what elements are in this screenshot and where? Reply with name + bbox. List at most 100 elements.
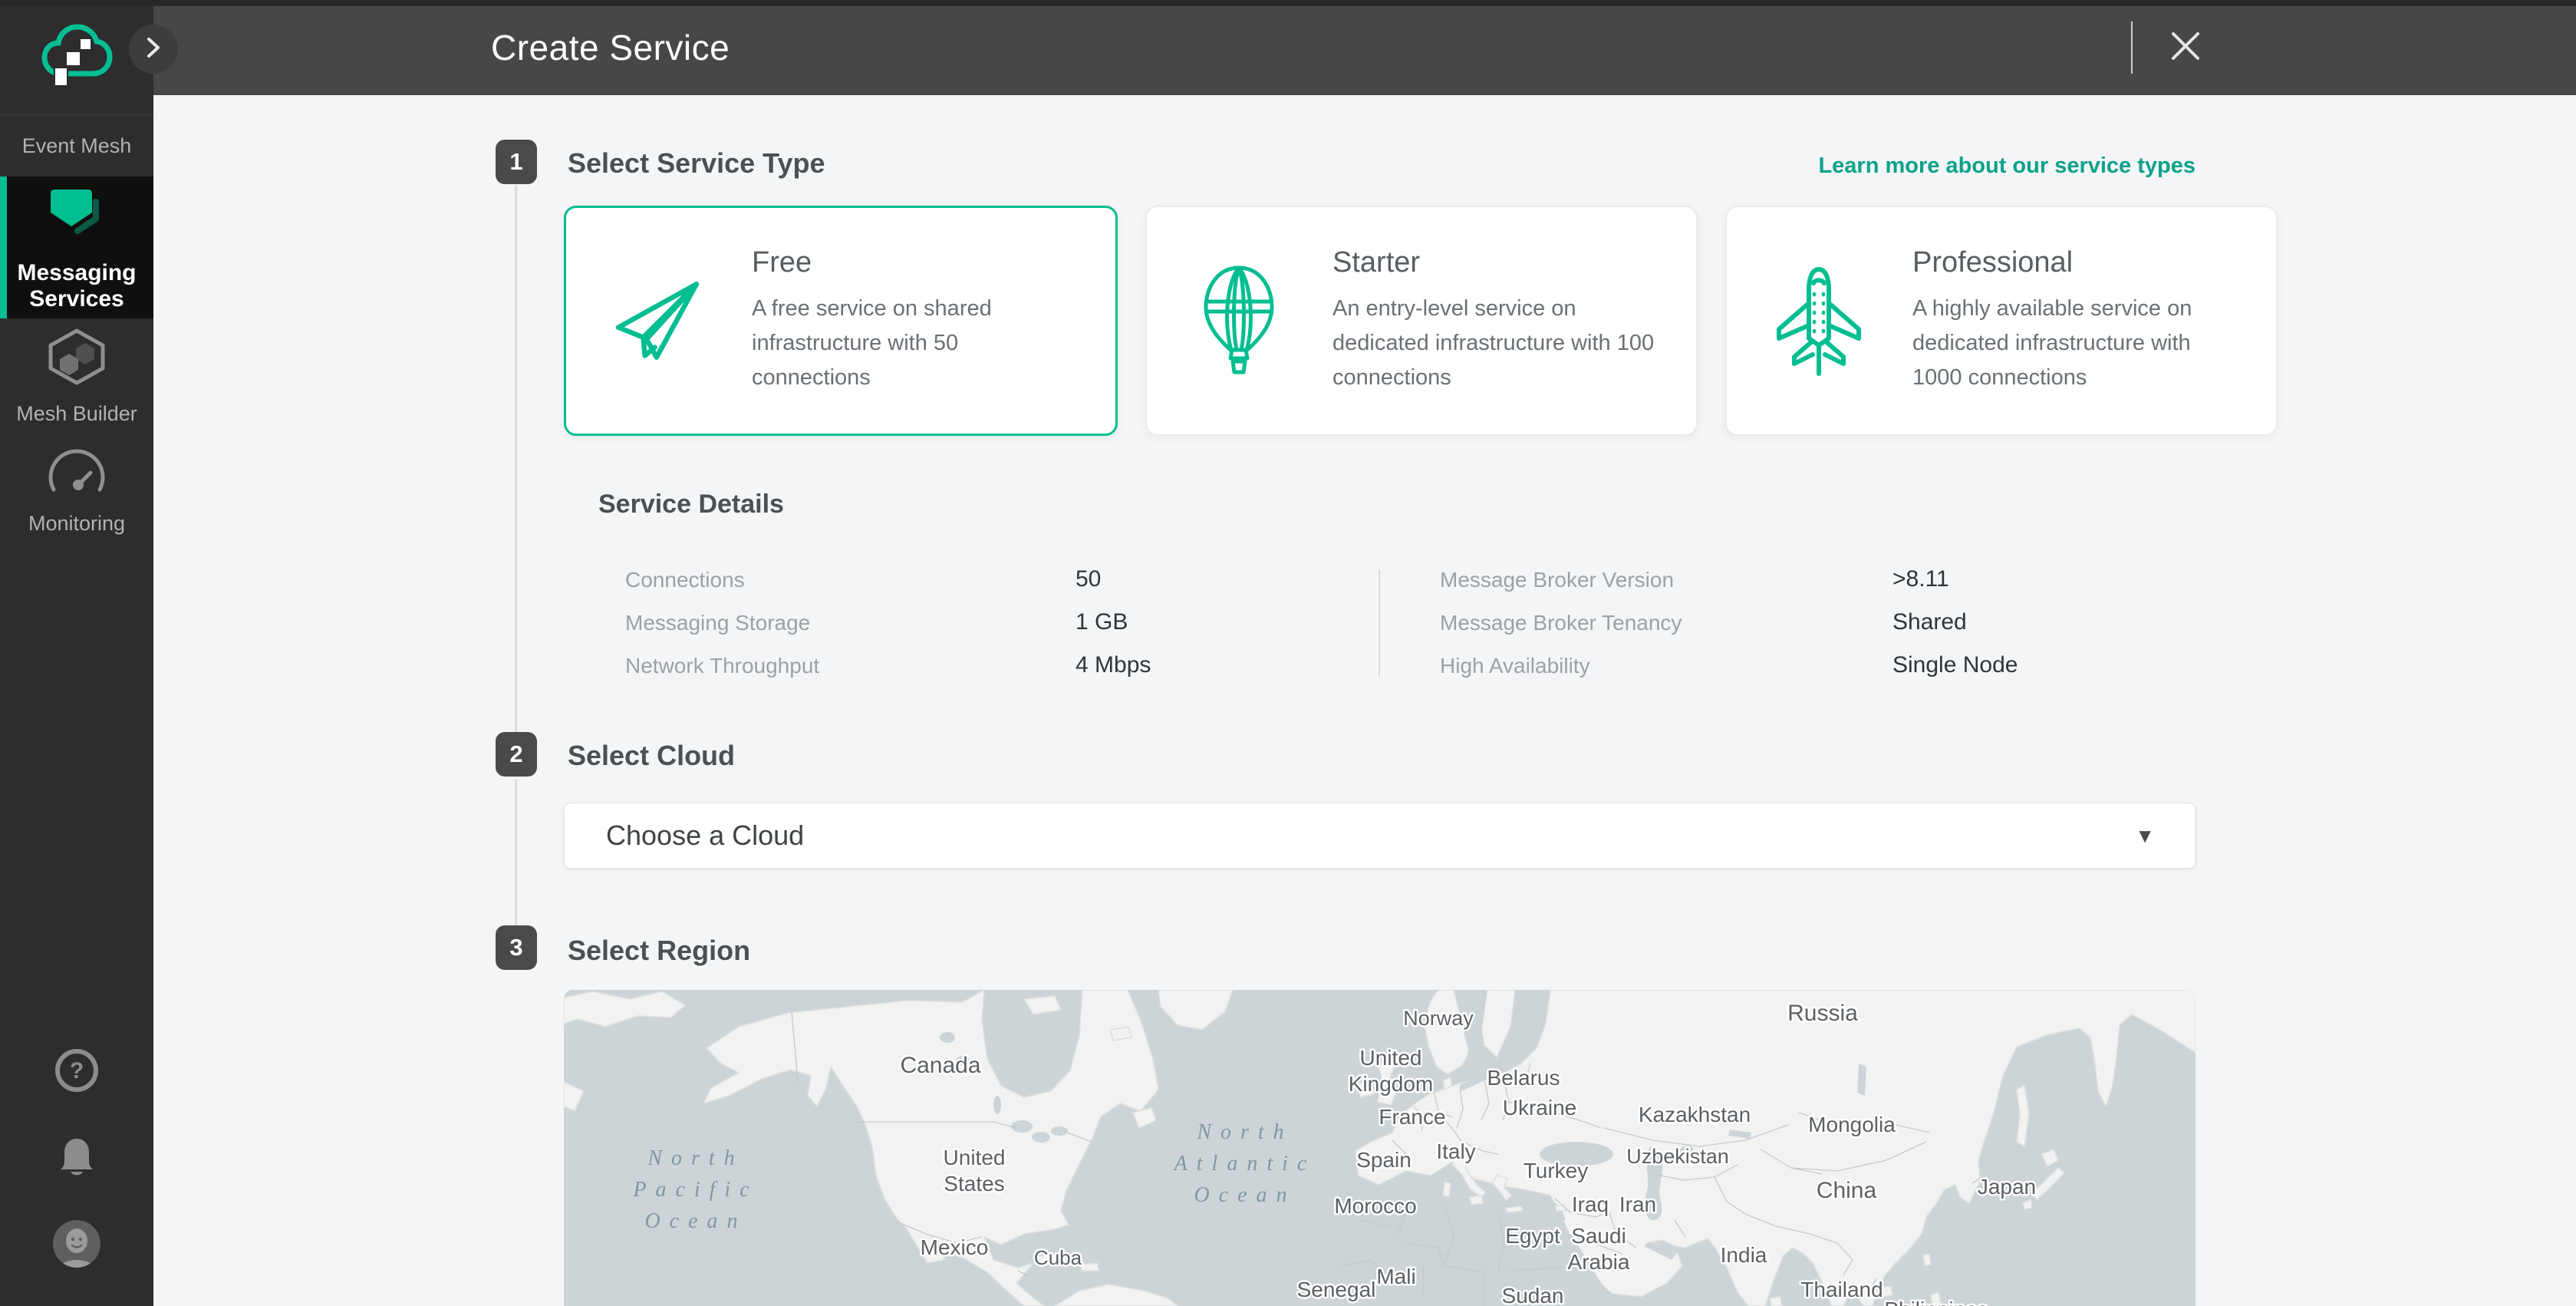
map-label: China [1817, 1178, 1877, 1203]
step-3-badge: 3 [496, 925, 537, 970]
help-button[interactable]: ? [0, 1048, 153, 1097]
details-divider [1379, 569, 1380, 677]
cloud-select-value: Choose a Cloud [606, 820, 804, 852]
sidebar-item-label: Event Mesh [22, 133, 132, 159]
sidebar-item-monitoring[interactable]: Monitoring [0, 433, 153, 545]
cloud-select-dropdown[interactable]: Choose a Cloud ▼ [564, 803, 2196, 869]
map-label: Saudi [1571, 1224, 1626, 1248]
active-indicator-bar [0, 176, 7, 318]
map-ocean-label: Pacific [632, 1178, 758, 1202]
account-button[interactable] [0, 1218, 153, 1274]
detail-label: Message Broker Tenancy [1440, 611, 1682, 635]
hot-air-balloon-icon [1181, 259, 1297, 382]
card-description: An entry-level service on dedicated infr… [1332, 292, 1662, 395]
step-2-badge: 2 [496, 732, 537, 777]
avatar-icon [51, 1218, 103, 1274]
hexagon-mesh-icon [43, 326, 110, 393]
map-label: Japan [1978, 1175, 2036, 1199]
sidebar-item-label: Mesh Builder [16, 401, 137, 427]
header-divider [2131, 21, 2133, 74]
map-label: United [944, 1146, 1006, 1169]
window-top-edge [0, 0, 2576, 6]
card-description: A highly available service on dedicated … [1912, 292, 2242, 395]
logo-area [0, 0, 153, 115]
card-text: Professional A highly available service … [1912, 246, 2242, 395]
map-label: Kazakhstan [1639, 1103, 1751, 1126]
map-label: Belarus [1487, 1066, 1560, 1090]
detail-value: Single Node [1892, 652, 2018, 678]
map-ocean-label: Ocean [1194, 1183, 1296, 1207]
map-label: India [1721, 1243, 1767, 1267]
map-label: Mexico [921, 1235, 989, 1259]
paper-plane-icon [600, 259, 716, 382]
page-title: Create Service [491, 0, 730, 95]
map-label: Iran [1619, 1192, 1656, 1216]
map-label: States [944, 1172, 1004, 1196]
dialog-header: Create Service [153, 0, 2576, 95]
map-ocean-label: North [1196, 1120, 1293, 1144]
region-map[interactable]: North Pacific Ocean North Atlantic Ocean Cana… [564, 990, 2196, 1306]
close-icon [2169, 29, 2202, 67]
step-1-badge: 1 [496, 140, 537, 184]
airplane-icon [1761, 259, 1877, 382]
map-label: Iraq [1572, 1192, 1609, 1216]
sidebar-item-label: Messaging Services [15, 260, 138, 312]
detail-value: 50 [1076, 566, 1101, 592]
map-label: Cuba [1034, 1246, 1082, 1269]
create-service-form: 1 Select Service Type Learn more about o… [153, 95, 2576, 1306]
map-label: United [1360, 1046, 1422, 1070]
step-3-title: Select Region [568, 935, 750, 967]
step-connector [515, 780, 517, 925]
card-title: Free [752, 246, 1082, 279]
map-label: Mongolia [1808, 1113, 1896, 1136]
map-label: Senegal [1297, 1278, 1376, 1301]
card-text: Free A free service on shared infrastruc… [752, 246, 1082, 395]
step-1-title: Select Service Type [568, 147, 825, 180]
service-card-starter[interactable]: Starter An entry-level service on dedica… [1145, 206, 1698, 436]
detail-value: 4 Mbps [1076, 652, 1151, 678]
map-ocean-label: North [647, 1146, 743, 1170]
solace-cloud-logo [40, 23, 114, 91]
svg-text:?: ? [70, 1058, 84, 1083]
map-label: Thailand [1800, 1278, 1883, 1301]
bell-icon [55, 1134, 98, 1181]
detail-value: >8.11 [1892, 566, 1949, 592]
map-label: Norway [1403, 1007, 1474, 1030]
card-description: A free service on shared infrastructure … [752, 292, 1082, 395]
map-label: Morocco [1334, 1194, 1416, 1218]
detail-label: Connections [625, 568, 745, 592]
map-label: Uzbekistan [1626, 1145, 1729, 1168]
sidebar-item-mesh-builder[interactable]: Mesh Builder [0, 322, 153, 430]
detail-value: Shared [1892, 609, 1967, 635]
map-ocean-label: Atlantic [1173, 1152, 1316, 1176]
service-details-heading: Service Details [598, 490, 784, 519]
sidebar-item-label: Monitoring [28, 510, 125, 536]
map-ocean-label: Ocean [644, 1209, 746, 1233]
service-card-professional[interactable]: Professional A highly available service … [1725, 206, 2278, 436]
sidebar-expand-button[interactable] [129, 25, 178, 74]
notifications-button[interactable] [0, 1134, 153, 1181]
sidebar-item-event-mesh[interactable]: Event Mesh [0, 115, 153, 176]
map-label: Russia [1787, 1001, 1858, 1026]
learn-more-link[interactable]: Learn more about our service types [1458, 153, 2196, 179]
sidebar-item-messaging-services[interactable]: Messaging Services [0, 176, 153, 318]
card-text: Starter An entry-level service on dedica… [1332, 246, 1662, 395]
map-label: Italy [1436, 1139, 1475, 1163]
step-2-title: Select Cloud [568, 740, 735, 772]
service-card-free[interactable]: Free A free service on shared infrastruc… [564, 206, 1118, 436]
detail-value: 1 GB [1076, 609, 1128, 635]
map-label: Turkey [1524, 1159, 1589, 1182]
close-button[interactable] [2163, 25, 2208, 70]
detail-label: Network Throughput [625, 654, 819, 678]
map-label: France [1379, 1105, 1445, 1129]
service-type-cards: Free A free service on shared infrastruc… [564, 206, 2196, 436]
detail-label: Message Broker Version [1440, 568, 1674, 592]
map-label: Ukraine [1503, 1096, 1576, 1120]
map-label: Philippines [1884, 1298, 1988, 1306]
card-title: Professional [1912, 246, 2242, 279]
map-label: Canada [900, 1053, 980, 1078]
map-label: Kingdom [1349, 1072, 1434, 1096]
map-label: Spain [1356, 1148, 1412, 1172]
card-title: Starter [1332, 246, 1662, 279]
chevron-right-icon [143, 36, 163, 63]
